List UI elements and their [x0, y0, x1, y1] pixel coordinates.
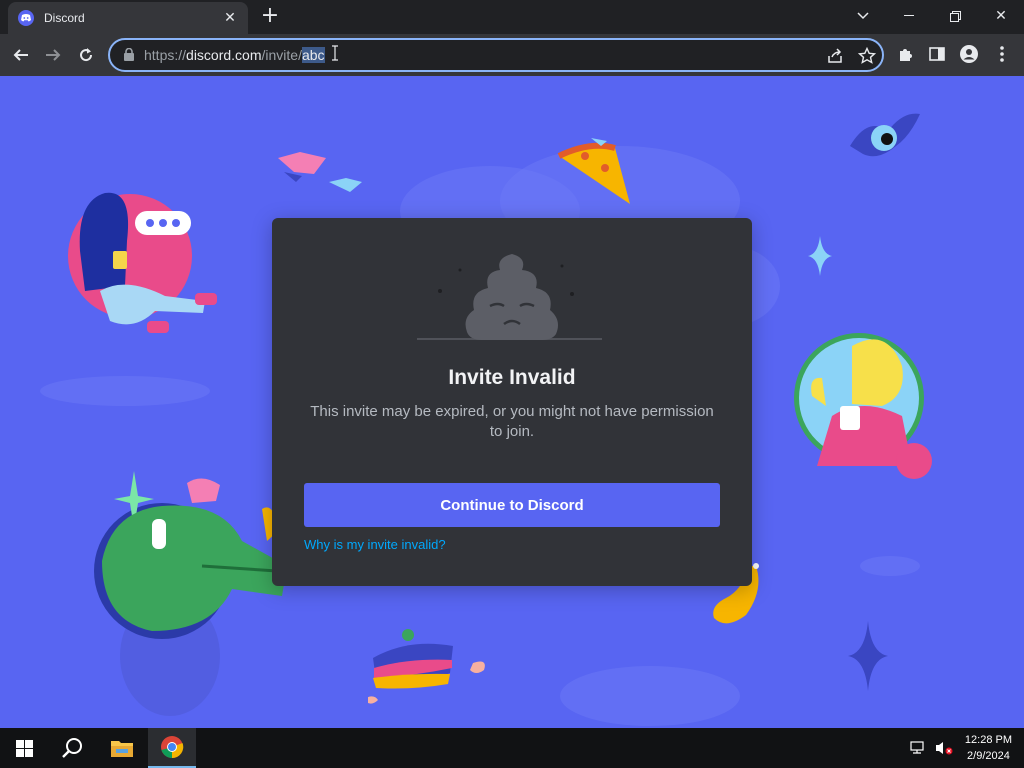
tab-discord[interactable]: Discord ✕	[8, 2, 248, 34]
flying-book-illustration	[278, 152, 362, 192]
waving-character-illustration	[794, 333, 932, 479]
volume-muted-icon[interactable]	[932, 728, 956, 768]
url-text[interactable]: https://discord.com/invite/abc	[144, 47, 325, 63]
invite-invalid-card: Invite Invalid This invite may be expire…	[272, 218, 752, 586]
profile-icon[interactable]	[959, 44, 979, 64]
taskbar-date: 2/9/2024	[967, 750, 1010, 762]
url-domain: discord.com	[186, 47, 262, 63]
browser-toolbar: https://discord.com/invite/abc	[0, 34, 1024, 76]
invite-invalid-title: Invite Invalid	[448, 366, 576, 389]
network-icon[interactable]	[906, 728, 932, 768]
browser-titlebar: Discord ✕ + ✕	[0, 0, 1024, 34]
why-invite-invalid-link[interactable]: Why is my invite invalid?	[304, 537, 446, 552]
flying-creature-illustration	[850, 113, 920, 157]
tab-title: Discord	[44, 11, 85, 25]
minimize-button[interactable]	[886, 0, 932, 32]
windows-start-icon[interactable]	[0, 728, 48, 768]
restore-button[interactable]	[932, 0, 978, 32]
extensions-puzzle-icon[interactable]	[896, 44, 916, 64]
taskbar-clock[interactable]: 12:28 PM 2/9/2024	[965, 732, 1012, 764]
background-cloud	[860, 556, 920, 576]
url-prefix: https://	[144, 47, 187, 63]
sad-poop-icon	[417, 254, 602, 340]
large-sparkle-icon	[848, 621, 888, 691]
share-icon[interactable]	[826, 47, 844, 65]
chrome-taskbar-icon[interactable]	[148, 728, 196, 768]
url-selected-text: abc	[301, 47, 325, 63]
close-window-button[interactable]: ✕	[978, 0, 1024, 32]
browser-menu-icon[interactable]	[992, 44, 1012, 64]
background-cloud	[560, 666, 740, 726]
pizza-slice-illustration	[557, 138, 630, 204]
character-on-phone-illustration	[68, 192, 217, 333]
discord-favicon-icon	[18, 10, 34, 26]
green-creature-illustration	[94, 471, 287, 639]
side-panel-icon[interactable]	[927, 44, 947, 64]
lock-icon[interactable]	[124, 46, 134, 65]
windows-taskbar: 12:28 PM 2/9/2024	[0, 728, 1024, 768]
background-cloud	[40, 376, 210, 406]
tab-search-chevron-icon[interactable]	[840, 0, 886, 32]
discord-invite-page: Invite Invalid This invite may be expire…	[0, 76, 1024, 728]
file-explorer-icon[interactable]	[98, 728, 146, 768]
search-icon[interactable]	[48, 728, 96, 768]
sparkle-icon	[808, 236, 832, 276]
reload-button[interactable]	[73, 42, 99, 68]
text-cursor-icon	[331, 45, 339, 65]
sandwich-illustration	[368, 629, 485, 704]
forward-button[interactable]	[40, 42, 66, 68]
taskbar-time: 12:28 PM	[964, 734, 1012, 746]
invite-invalid-description: This invite may be expired, or you might…	[310, 403, 714, 440]
address-bar[interactable]: https://discord.com/invite/abc	[108, 38, 884, 72]
back-button[interactable]	[8, 42, 34, 68]
new-tab-button[interactable]: +	[258, 5, 282, 29]
continue-to-discord-button[interactable]: Continue to Discord	[304, 483, 720, 527]
url-path: /invite/	[261, 47, 302, 63]
tab-close-icon[interactable]: ✕	[222, 10, 238, 26]
bookmark-star-icon[interactable]	[857, 46, 877, 65]
